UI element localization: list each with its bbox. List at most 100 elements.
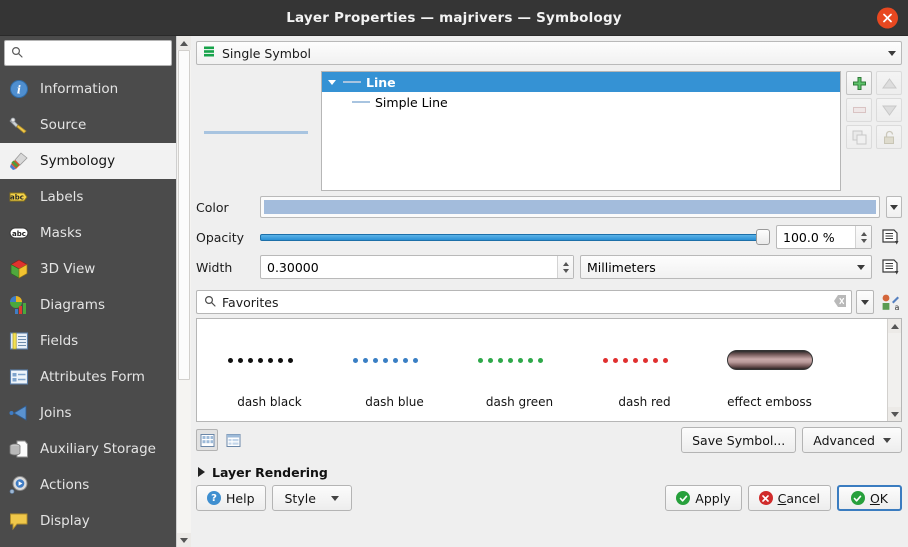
check-icon (851, 491, 865, 505)
opacity-spinbox[interactable]: 100.0 % (776, 225, 872, 249)
symbology-panel: Single Symbol Line Simple Line (190, 36, 908, 547)
symbol-gallery-item[interactable]: dash blue (332, 323, 457, 421)
symbol-preview-dash-black (207, 345, 332, 375)
sidebar-item-labels[interactable]: abc Labels (0, 179, 176, 215)
symbol-preview-dash-green (457, 345, 582, 375)
sidebar-scroll-thumb[interactable] (178, 50, 190, 380)
color-swatch-button[interactable] (260, 196, 880, 218)
color-dropdown-button[interactable] (886, 196, 902, 218)
symbol-layer-tree[interactable]: Line Simple Line (321, 71, 841, 191)
symbol-label: dash blue (365, 395, 424, 409)
symbol-gallery-items: dash black dash blue (197, 319, 887, 421)
chevron-down-icon (331, 496, 339, 501)
layer-rendering-section[interactable]: Layer Rendering (196, 462, 902, 482)
opacity-slider[interactable] (260, 226, 770, 248)
sidebar-scroll-track[interactable] (177, 50, 191, 533)
add-symbol-layer-button[interactable] (846, 71, 872, 95)
sidebar-item-attributes-form[interactable]: Attributes Form (0, 359, 176, 395)
sidebar-item-actions[interactable]: Actions (0, 467, 176, 503)
sidebar: i Information Source (0, 36, 176, 547)
sidebar-item-masks[interactable]: abc Masks (0, 215, 176, 251)
sidebar-item-display[interactable]: Display (0, 503, 176, 539)
cancel-label: Cancel (778, 491, 820, 506)
symbol-search-field[interactable]: Favorites (196, 290, 852, 314)
opacity-data-defined-override-icon[interactable] (878, 226, 902, 248)
symbol-gallery-item[interactable]: dash black (207, 323, 332, 421)
opacity-row: Opacity 100.0 % (196, 223, 902, 251)
search-input[interactable] (28, 46, 178, 60)
svg-text:a: a (894, 303, 899, 312)
favorites-row: Favorites a (196, 290, 902, 314)
sidebar-search[interactable] (4, 40, 172, 66)
sidebar-item-label: 3D View (40, 261, 95, 277)
advanced-label: Advanced (813, 433, 875, 448)
help-button[interactable]: ? Help (196, 485, 266, 511)
sidebar-item-joins[interactable]: Joins (0, 395, 176, 431)
clear-icon[interactable] (833, 294, 847, 311)
scroll-down-icon[interactable] (177, 533, 191, 547)
width-row: Width 0.30000 Millimeters (196, 253, 902, 281)
symbol-group-dropdown[interactable] (856, 290, 874, 314)
sidebar-item-3d-view[interactable]: 3D View (0, 251, 176, 287)
scroll-up-icon[interactable] (888, 319, 902, 333)
sidebar-item-auxiliary-storage[interactable]: Auxiliary Storage (0, 431, 176, 467)
cancel-button[interactable]: Cancel (748, 485, 831, 511)
window-title: Layer Properties — majrivers — Symbology (286, 10, 622, 26)
symbol-layer-area: Line Simple Line (196, 71, 902, 191)
move-down-button[interactable] (876, 98, 902, 122)
sidebar-item-label: Diagrams (40, 297, 105, 313)
width-stepper[interactable] (557, 256, 573, 278)
scroll-up-icon[interactable] (177, 36, 191, 50)
renderer-type-combo[interactable]: Single Symbol (196, 41, 902, 65)
scroll-down-icon[interactable] (888, 407, 902, 421)
tree-row[interactable]: Line (322, 72, 840, 92)
gallery-scrollbar[interactable] (887, 319, 901, 421)
style-manager-icon[interactable]: a (878, 293, 902, 312)
sidebar-item-symbology[interactable]: Symbology (0, 143, 176, 179)
advanced-button[interactable]: Advanced (802, 427, 902, 453)
sidebar-item-label: Actions (40, 477, 89, 493)
sidebar-item-information[interactable]: i Information (0, 71, 176, 107)
svg-text:i: i (17, 84, 21, 97)
symbol-gallery[interactable]: dash black dash blue (196, 318, 902, 422)
preview-line-graphic (204, 131, 308, 134)
ok-label: OK (870, 491, 888, 506)
width-data-defined-override-icon[interactable] (878, 256, 902, 278)
close-icon[interactable] (877, 7, 898, 28)
remove-symbol-layer-button[interactable] (846, 98, 872, 122)
ok-button[interactable]: OK (837, 485, 902, 511)
sidebar-scrollbar[interactable] (176, 36, 190, 547)
apply-button[interactable]: Apply (665, 485, 741, 511)
sidebar-item-source[interactable]: Source (0, 107, 176, 143)
layer-properties-window: Layer Properties — majrivers — Symbology… (0, 0, 908, 547)
opacity-stepper[interactable] (855, 226, 871, 248)
chevron-down-icon[interactable] (326, 80, 338, 85)
tree-row[interactable]: Simple Line (322, 92, 840, 112)
opacity-slider-handle[interactable] (756, 229, 770, 245)
auxiliary-storage-icon (8, 438, 30, 460)
symbol-gallery-item[interactable]: dash green (457, 323, 582, 421)
lock-layer-button[interactable] (876, 125, 902, 149)
list-view-button[interactable] (222, 429, 244, 451)
width-unit-combo[interactable]: Millimeters (580, 255, 872, 279)
duplicate-symbol-layer-button[interactable] (846, 125, 872, 149)
sidebar-item-label: Information (40, 81, 118, 97)
sidebar-item-diagrams[interactable]: Diagrams (0, 287, 176, 323)
symbol-gallery-item[interactable]: effect emboss (707, 323, 832, 421)
save-symbol-button[interactable]: Save Symbol... (681, 427, 796, 453)
move-up-button[interactable] (876, 71, 902, 95)
renderer-type-label: Single Symbol (222, 46, 311, 61)
opacity-value: 100.0 % (783, 230, 855, 245)
actions-icon (8, 474, 30, 496)
symbol-gallery-item[interactable]: dash red (582, 323, 707, 421)
symbol-label: dash green (486, 395, 553, 409)
chevron-down-icon[interactable] (883, 51, 901, 56)
symbol-label: dash black (237, 395, 302, 409)
labels-icon: abc (8, 186, 30, 208)
help-label: Help (226, 491, 255, 506)
style-button[interactable]: Style (272, 485, 352, 511)
line-swatch-icon (352, 101, 370, 103)
width-spinbox[interactable]: 0.30000 (260, 255, 574, 279)
sidebar-item-fields[interactable]: Fields (0, 323, 176, 359)
icon-view-button[interactable] (196, 429, 218, 451)
